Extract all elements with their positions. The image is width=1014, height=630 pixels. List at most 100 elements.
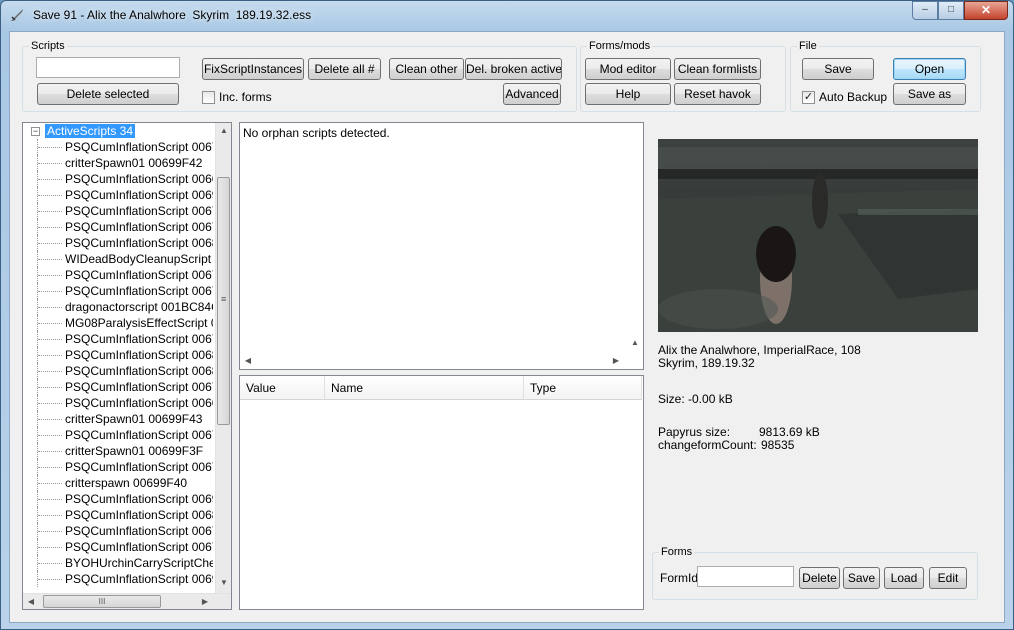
- tree-item[interactable]: critterspawn 00699F40: [23, 475, 213, 491]
- tree-item[interactable]: PSQCumInflationScript 00670D: [23, 427, 213, 443]
- forms-mods-group-label: Forms/mods: [587, 40, 653, 52]
- main-window: Save 91 - Alix the Analwhore Skyrim 189.…: [0, 0, 1014, 630]
- tree-item[interactable]: PSQCumInflationScript 006927: [23, 491, 213, 507]
- advanced-button[interactable]: Advanced: [503, 83, 561, 105]
- sword-icon: [9, 7, 25, 23]
- save-screenshot-graphic: [658, 139, 978, 332]
- scroll-left-icon[interactable]: ◀: [240, 353, 256, 369]
- tree-item-list: PSQCumInflationScript 00677DcritterSpawn…: [23, 139, 213, 595]
- form-delete-button[interactable]: Delete: [799, 567, 840, 589]
- reset-havok-button[interactable]: Reset havok: [674, 83, 761, 105]
- save-info-line1: Alix the Analwhore, ImperialRace, 108: [658, 343, 861, 357]
- scroll-left-icon[interactable]: ◀: [23, 594, 39, 609]
- tree-item[interactable]: PSQCumInflationScript 0066D3: [23, 395, 213, 411]
- tree-item[interactable]: PSQCumInflationScript 006927: [23, 187, 213, 203]
- window-title: Save 91 - Alix the Analwhore Skyrim 189.…: [33, 8, 312, 22]
- tree-item[interactable]: PSQCumInflationScript 0067CD: [23, 459, 213, 475]
- tree-item[interactable]: PSQCumInflationScript 006834: [23, 507, 213, 523]
- inc-forms-label: Inc. forms: [219, 90, 272, 104]
- grip-icon: ≡: [221, 294, 227, 304]
- table-header: Value Name Type: [240, 376, 642, 400]
- tree-item[interactable]: PSQCumInflationScript 0066F3: [23, 171, 213, 187]
- form-save-button[interactable]: Save: [843, 567, 880, 589]
- tree-vertical-scrollbar[interactable]: ▲ ≡ ▼: [215, 123, 231, 593]
- save-info-line2: Skyrim, 189.19.32: [658, 356, 755, 370]
- tree-item[interactable]: PSQCumInflationScript 0067CE: [23, 203, 213, 219]
- delete-all-button[interactable]: Delete all #: [308, 58, 381, 80]
- tree-item[interactable]: BYOHUrchinCarryScriptCheck: [23, 555, 213, 571]
- auto-backup-checkbox-row[interactable]: ✓ Auto Backup: [802, 90, 887, 104]
- details-panel[interactable]: No orphan scripts detected. ▲ ◀ ▶: [239, 122, 644, 370]
- save-button[interactable]: Save: [802, 58, 874, 80]
- tree-root[interactable]: − ActiveScripts 34: [31, 124, 136, 138]
- column-header-type[interactable]: Type: [524, 376, 642, 400]
- column-header-name[interactable]: Name: [325, 376, 524, 400]
- open-button[interactable]: Open: [893, 58, 966, 80]
- scroll-right-icon[interactable]: ▶: [608, 353, 624, 369]
- tree-item[interactable]: PSQCumInflationScript 00676E: [23, 219, 213, 235]
- changeform-count-value: 98535: [761, 438, 795, 452]
- tree-item[interactable]: PSQCumInflationScript 0067B0: [23, 331, 213, 347]
- tree-item[interactable]: critterSpawn01 00699F43: [23, 411, 213, 427]
- auto-backup-label: Auto Backup: [819, 90, 888, 104]
- details-message: No orphan scripts detected.: [243, 126, 390, 140]
- mod-editor-button[interactable]: Mod editor: [585, 58, 671, 80]
- save-as-button[interactable]: Save as: [893, 83, 966, 105]
- tree-item[interactable]: PSQCumInflationScript 00693C: [23, 571, 213, 587]
- file-group-label: File: [797, 40, 819, 52]
- fix-script-instances-button[interactable]: FixScriptInstances: [202, 58, 304, 80]
- formid-input[interactable]: [697, 566, 794, 587]
- column-header-value[interactable]: Value: [240, 376, 325, 400]
- clean-other-button[interactable]: Clean other: [389, 58, 464, 80]
- tree-item[interactable]: PSQCumInflationScript 00672F: [23, 539, 213, 555]
- clean-formlists-button[interactable]: Clean formlists: [674, 58, 761, 80]
- tree-item[interactable]: MG08ParalysisEffectScript 003: [23, 315, 213, 331]
- papyrus-size-value: 9813.69 kB: [759, 425, 820, 439]
- minimize-button[interactable]: –: [912, 1, 938, 20]
- tree-vertical-thumb[interactable]: ≡: [217, 177, 230, 425]
- form-edit-button[interactable]: Edit: [929, 567, 967, 589]
- variables-table[interactable]: Value Name Type: [239, 375, 644, 610]
- papyrus-size-label: Papyrus size:: [658, 425, 731, 439]
- tree-item[interactable]: PSQCumInflationScript 00677D: [23, 139, 213, 155]
- save-screenshot-image: [658, 139, 978, 332]
- details-vertical-scrollbar[interactable]: ▲: [627, 123, 643, 353]
- client-area: Scripts Delete selected FixScriptInstanc…: [9, 31, 1005, 623]
- tree-item[interactable]: PSQCumInflationScript 0067AD: [23, 267, 213, 283]
- scripts-group-label: Scripts: [29, 40, 67, 52]
- del-broken-actives-button[interactable]: Del. broken actives: [465, 58, 562, 80]
- title-bar[interactable]: Save 91 - Alix the Analwhore Skyrim 189.…: [1, 1, 1013, 31]
- help-button[interactable]: Help: [585, 83, 671, 105]
- tree-horizontal-thumb[interactable]: III: [43, 595, 161, 608]
- collapse-icon[interactable]: −: [31, 126, 40, 136]
- script-tree[interactable]: − ActiveScripts 34 PSQCumInflationScript…: [22, 122, 232, 610]
- changeform-count-label: changeformCount:: [658, 438, 757, 452]
- tree-item[interactable]: PSQCumInflationScript 0068BD: [23, 363, 213, 379]
- scroll-up-icon[interactable]: ▲: [627, 335, 643, 351]
- tree-item[interactable]: PSQCumInflationScript 0067C3: [23, 283, 213, 299]
- delete-selected-button[interactable]: Delete selected: [37, 83, 179, 105]
- maximize-button[interactable]: □: [938, 1, 964, 20]
- inc-forms-checkbox-row[interactable]: Inc. forms: [202, 90, 272, 104]
- inc-forms-checkbox[interactable]: [202, 90, 215, 104]
- tree-item[interactable]: PSQCumInflationScript 00678E: [23, 523, 213, 539]
- scroll-down-icon[interactable]: ▼: [216, 575, 231, 591]
- details-horizontal-scrollbar[interactable]: ◀ ▶: [240, 353, 643, 369]
- tree-item[interactable]: WIDeadBodyCleanupScript 00: [23, 251, 213, 267]
- save-size: Size: -0.00 kB: [658, 392, 733, 406]
- tree-item[interactable]: dragonactorscript 001BC84C: [23, 299, 213, 315]
- tree-item[interactable]: critterSpawn01 00699F42: [23, 155, 213, 171]
- scroll-up-icon[interactable]: ▲: [216, 123, 231, 139]
- tree-item[interactable]: PSQCumInflationScript 00678E: [23, 379, 213, 395]
- form-load-button[interactable]: Load: [884, 567, 924, 589]
- scroll-right-icon[interactable]: ▶: [197, 594, 213, 609]
- auto-backup-checkbox[interactable]: ✓: [802, 90, 815, 104]
- close-button[interactable]: ✕: [964, 1, 1008, 20]
- formid-label: FormId: [660, 571, 699, 585]
- tree-item[interactable]: PSQCumInflationScript 0068A3: [23, 347, 213, 363]
- script-search-input[interactable]: [36, 57, 180, 78]
- tree-horizontal-scrollbar[interactable]: ◀ III ▶: [23, 593, 231, 609]
- tree-item[interactable]: critterSpawn01 00699F3F: [23, 443, 213, 459]
- tree-root-label[interactable]: ActiveScripts 34: [45, 124, 136, 138]
- tree-item[interactable]: PSQCumInflationScript 0068A4: [23, 235, 213, 251]
